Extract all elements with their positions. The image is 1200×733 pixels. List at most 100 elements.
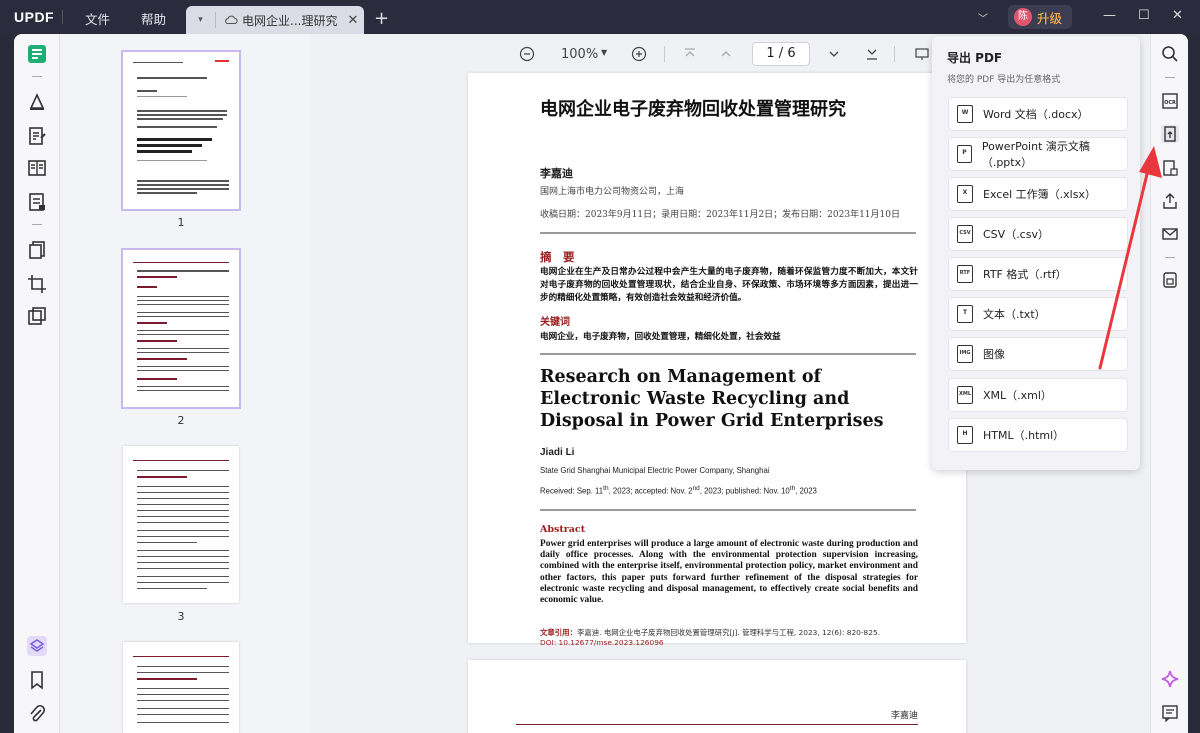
doi-link[interactable]: DOI: 10.12677/mse.2023.126096 (540, 638, 664, 647)
upgrade-button[interactable]: 陈 升级 (1008, 5, 1072, 29)
thumbnail-page-2[interactable] (121, 248, 241, 409)
next-page-icon[interactable] (826, 46, 842, 62)
doc-title: 电网企业电子废弃物回收处置管理研究 (540, 99, 846, 120)
excel-icon: X (957, 185, 973, 203)
csv-icon: CSV (957, 225, 973, 243)
tab-dropdown-icon[interactable]: ▾ (186, 12, 216, 28)
page-header-rule (516, 724, 918, 725)
layers-icon[interactable] (27, 636, 47, 656)
title-separator (62, 10, 63, 24)
xml-icon: XML (957, 386, 973, 404)
ai-assistant-icon[interactable] (1161, 670, 1179, 688)
minimize-icon[interactable]: — (1103, 8, 1116, 23)
pdf-page-2: 李嘉迪 (468, 660, 966, 733)
save-icon[interactable] (1161, 271, 1179, 289)
thumbnail-page-1[interactable] (121, 50, 241, 211)
zoom-out-icon[interactable] (519, 46, 535, 62)
tab-close-icon[interactable]: ✕ (342, 13, 364, 28)
export-panel-subtitle: 将您的 PDF 导出为任意格式 (947, 75, 1061, 85)
thumbnail-label: 2 (177, 414, 185, 427)
export-option-label: Word 文档（.docx） (983, 108, 1089, 121)
doc-english-dates: Received: Sep. 11th, 2023; accepted: Nov… (540, 485, 817, 496)
doc-author: 李嘉迪 (540, 167, 573, 180)
form-icon[interactable] (27, 192, 47, 212)
thumbnail-panel: 1 2 3 (61, 34, 311, 733)
export-pdf-panel: 导出 PDF 将您的 PDF 导出为任意格式 W Word 文档（.docx） P… (932, 36, 1140, 470)
share-icon[interactable] (1161, 192, 1179, 210)
doc-english-title: Research on Management of Electronic Was… (540, 367, 884, 431)
organize-icon[interactable] (27, 158, 47, 178)
prev-page-icon[interactable] (718, 46, 734, 62)
avatar: 陈 (1014, 8, 1032, 26)
bookmark-icon[interactable] (27, 670, 47, 690)
tool-separator (32, 224, 42, 225)
thumbnail-page-4[interactable] (123, 642, 239, 733)
export-powerpoint-button[interactable]: P PowerPoint 演示文稿（.pptx） (948, 137, 1128, 171)
reader-mode-icon[interactable] (27, 44, 47, 64)
export-option-label: RTF 格式（.rtf） (983, 268, 1067, 281)
crop-icon[interactable] (27, 274, 47, 294)
ocr-icon[interactable]: OCR (1161, 92, 1179, 110)
export-option-label: 文本（.txt） (983, 308, 1046, 321)
presentation-icon[interactable] (914, 46, 930, 62)
new-tab-button[interactable]: + (374, 8, 389, 29)
export-image-button[interactable]: IMG 图像 (948, 337, 1128, 371)
export-option-label: XML（.xml） (983, 389, 1052, 402)
divider (540, 232, 916, 234)
search-icon[interactable] (1161, 45, 1179, 63)
app-logo: UPDF (14, 9, 55, 25)
export-text-button[interactable]: T 文本（.txt） (948, 297, 1128, 331)
divider (540, 353, 916, 355)
pages-icon[interactable] (27, 240, 47, 260)
chevron-down-icon[interactable]: ﹀ (978, 10, 988, 25)
doc-english-author: Jiadi Li (540, 447, 575, 458)
title-bar: UPDF 文件 帮助 ▾ 电网企业...理研究 ✕ + ﹀ 陈 升级 — ☐ ✕ (0, 0, 1200, 34)
maximize-icon[interactable]: ☐ (1138, 8, 1150, 23)
upgrade-label: 升级 (1037, 8, 1062, 27)
powerpoint-icon: P (957, 145, 972, 163)
zoom-level[interactable]: 100% (561, 47, 598, 62)
page-header-author: 李嘉迪 (890, 711, 918, 721)
export-excel-button[interactable]: X Excel 工作簿（.xlsx） (948, 177, 1128, 211)
protect-icon[interactable] (1161, 159, 1179, 177)
comment-icon[interactable] (27, 92, 47, 112)
first-page-icon[interactable] (682, 46, 698, 62)
export-option-label: HTML（.html） (983, 429, 1065, 442)
export-xml-button[interactable]: XML XML（.xml） (948, 378, 1128, 412)
export-pdf-icon[interactable] (1161, 125, 1179, 143)
tool-separator (32, 76, 42, 77)
menu-file[interactable]: 文件 (85, 9, 110, 28)
toolbar-separator (664, 46, 665, 62)
menu-help[interactable]: 帮助 (141, 9, 166, 28)
html-icon: H (957, 426, 973, 444)
attachment-icon[interactable] (27, 704, 47, 724)
export-rtf-button[interactable]: RTF RTF 格式（.rtf） (948, 257, 1128, 291)
page-number-input[interactable]: 1 / 6 (752, 42, 810, 66)
english-abstract-heading: Abstract (540, 524, 586, 535)
export-word-button[interactable]: W Word 文档（.docx） (948, 97, 1128, 131)
cloud-icon (225, 15, 238, 25)
toolbar-separator (894, 46, 895, 62)
rtf-icon: RTF (957, 265, 973, 283)
document-tab[interactable]: ▾ 电网企业...理研究 ✕ (186, 6, 364, 34)
zoom-in-icon[interactable] (631, 46, 647, 62)
batch-icon[interactable] (27, 306, 47, 326)
tool-separator (1165, 77, 1175, 78)
thumbnail-label: 3 (177, 610, 185, 623)
english-abstract-text: Power grid enterprises will produce a la… (540, 539, 918, 606)
doc-affiliation: 国网上海市电力公司物资公司，上海 (540, 187, 685, 197)
doc-dates: 收稿日期：2023年9月11日；录用日期：2023年11月2日；发布日期：202… (540, 210, 900, 220)
tool-separator (1165, 257, 1175, 258)
export-html-button[interactable]: H HTML（.html） (948, 418, 1128, 452)
export-option-label: CSV（.csv） (983, 228, 1049, 241)
word-icon: W (957, 105, 973, 123)
zoom-dropdown-icon[interactable]: ▼ (601, 48, 607, 57)
citation: 文章引用：李嘉迪. 电网企业电子废弃物回收处置管理研究[J]. 管理科学与工程,… (540, 628, 881, 637)
window-close-icon[interactable]: ✕ (1172, 8, 1183, 23)
thumbnail-page-3[interactable] (123, 446, 239, 603)
export-csv-button[interactable]: CSV CSV（.csv） (948, 217, 1128, 251)
comments-list-icon[interactable] (1161, 704, 1179, 722)
last-page-icon[interactable] (864, 46, 880, 62)
email-icon[interactable] (1161, 225, 1179, 243)
edit-icon[interactable] (27, 126, 47, 146)
